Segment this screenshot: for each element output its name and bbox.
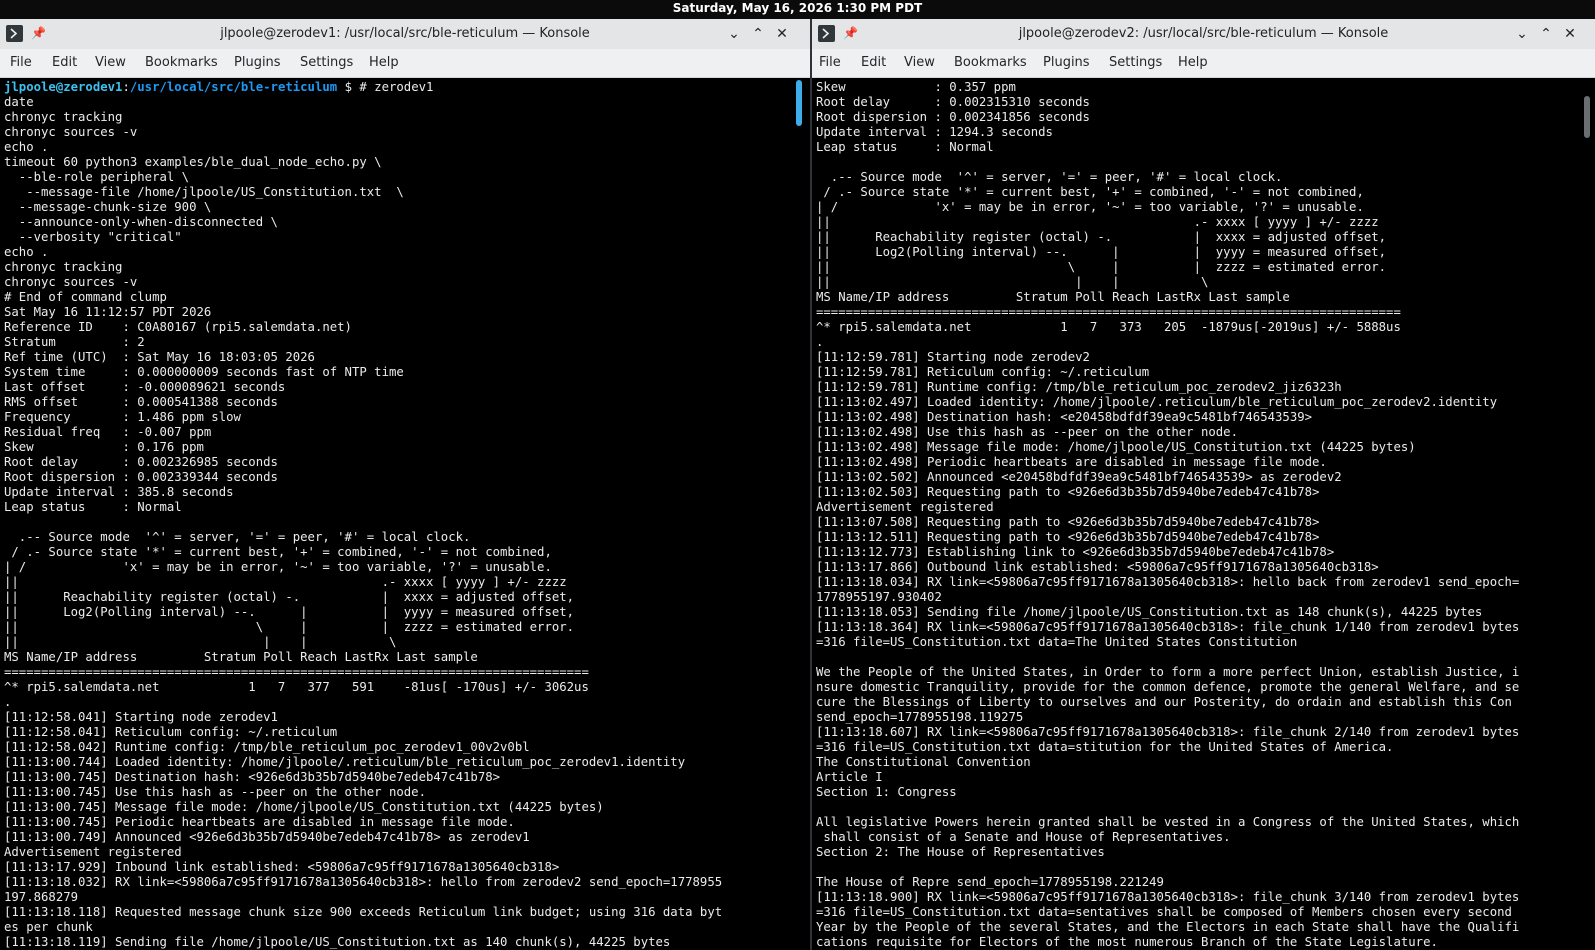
menu-plugins[interactable]: Plugins [1043, 49, 1090, 77]
menu-plugins[interactable]: Plugins [234, 49, 281, 77]
konsole-window-zerodev1[interactable]: 📌 jlpoole@zerodev1: /usr/local/src/ble-r… [0, 19, 810, 950]
close-icon: ✕ [776, 26, 788, 42]
close-button[interactable]: ✕ [1560, 24, 1580, 44]
chevron-up-icon: ⌃ [1540, 26, 1552, 42]
prompt-user: jlpoole@zerodev1 [4, 80, 123, 94]
prompt-path: /usr/local/src/ble-reticulum [129, 80, 338, 94]
minimize-button[interactable]: ⌄ [1512, 24, 1532, 44]
menu-help[interactable]: Help [369, 49, 399, 77]
window-title: jlpoole@zerodev2: /usr/local/src/ble-ret… [1018, 26, 1389, 41]
scrollbar-thumb[interactable] [796, 80, 802, 126]
terminal-output: jlpoole@zerodev1:/usr/local/src/ble-reti… [4, 80, 722, 950]
prompt-separator: : [122, 80, 130, 94]
menu-view[interactable]: View [95, 49, 126, 77]
terminal-view[interactable]: Skew : 0.357 ppm Root delay : 0.00231531… [812, 78, 1595, 950]
title-bar[interactable]: 📌 jlpoole@zerodev1: /usr/local/src/ble-r… [0, 19, 810, 49]
menu-edit[interactable]: Edit [52, 49, 77, 77]
menu-bookmarks[interactable]: Bookmarks [954, 49, 1027, 77]
minimize-button[interactable]: ⌄ [724, 24, 744, 44]
terminal-output: Skew : 0.357 ppm Root delay : 0.00231531… [816, 80, 1519, 950]
chevron-up-icon: ⌃ [752, 26, 764, 42]
system-clock[interactable]: Saturday, May 16, 2026 1:30 PM PDT [0, 0, 1595, 19]
menu-bar: File Edit View Bookmarks Plugins Setting… [0, 49, 810, 78]
menu-edit[interactable]: Edit [861, 49, 886, 77]
menu-bar: File Edit View Bookmarks Plugins Setting… [812, 49, 1595, 78]
close-icon: ✕ [1564, 26, 1576, 42]
terminal-view[interactable]: jlpoole@zerodev1:/usr/local/src/ble-reti… [0, 78, 810, 950]
chevron-down-icon: ⌄ [1516, 26, 1528, 42]
menu-file[interactable]: File [10, 49, 32, 77]
title-bar[interactable]: 📌 jlpoole@zerodev2: /usr/local/src/ble-r… [812, 19, 1595, 49]
maximize-button[interactable]: ⌃ [748, 24, 768, 44]
scrollbar-thumb[interactable] [1584, 96, 1590, 138]
menu-settings[interactable]: Settings [300, 49, 353, 77]
close-button[interactable]: ✕ [772, 24, 792, 44]
window-title: jlpoole@zerodev1: /usr/local/src/ble-ret… [220, 26, 590, 41]
menu-bookmarks[interactable]: Bookmarks [145, 49, 218, 77]
maximize-button[interactable]: ⌃ [1536, 24, 1556, 44]
terminal-text: Skew : 0.357 ppm Root delay : 0.00231531… [816, 80, 1520, 949]
menu-file[interactable]: File [819, 49, 841, 77]
terminal-text: date chronyc tracking chronyc sources -v… [4, 95, 723, 949]
chevron-down-icon: ⌄ [728, 26, 740, 42]
konsole-window-zerodev2[interactable]: 📌 jlpoole@zerodev2: /usr/local/src/ble-r… [810, 19, 1595, 950]
menu-help[interactable]: Help [1178, 49, 1208, 77]
menu-settings[interactable]: Settings [1109, 49, 1162, 77]
menu-view[interactable]: View [904, 49, 935, 77]
prompt-command: $ # zerodev1 [337, 80, 434, 94]
